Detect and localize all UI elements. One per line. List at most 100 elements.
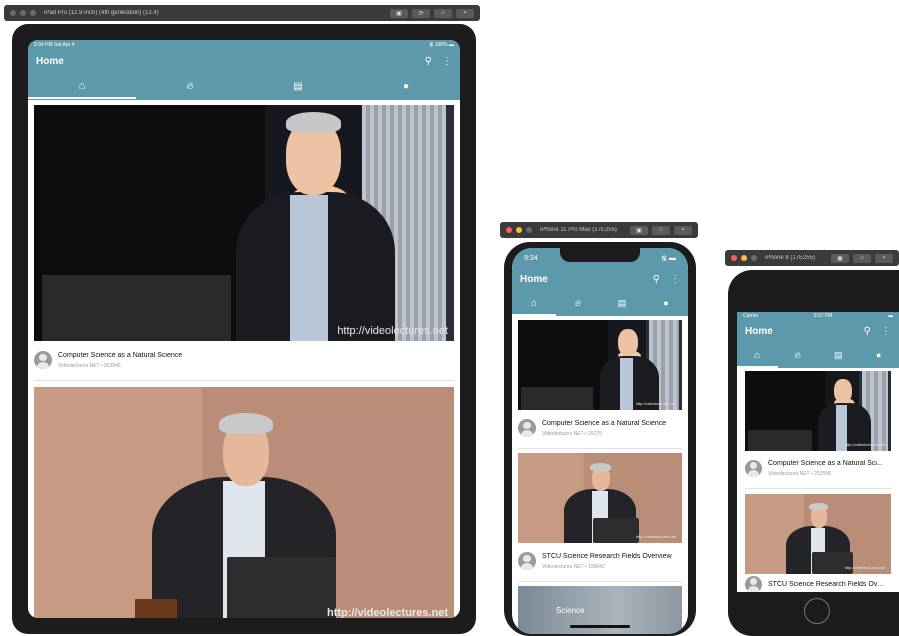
- close-window-button[interactable]: [506, 227, 512, 233]
- tab-trending[interactable]: 🔥︎: [136, 73, 244, 99]
- home-indicator[interactable]: [570, 625, 630, 628]
- video-title[interactable]: STCU Science Research Fields Ove...: [768, 581, 886, 588]
- channel-avatar[interactable]: [518, 552, 536, 570]
- minimize-window-button[interactable]: [516, 227, 522, 233]
- video-watermark: http://videolectures.net: [326, 607, 448, 618]
- simulator-title: iPhone 11 Pro Max (17E255): [540, 227, 617, 233]
- lock-button[interactable]: ▪: [456, 8, 474, 18]
- flame-icon: 🔥︎: [574, 297, 582, 308]
- video-title[interactable]: STCU Science Research Fields Overview: [542, 553, 672, 560]
- status-time: 9:34: [524, 254, 538, 262]
- more-options-icon[interactable]: ⋮: [881, 326, 891, 337]
- notch: [560, 248, 640, 262]
- rotate-button[interactable]: ⟳: [412, 8, 430, 18]
- video-card[interactable]: http://videolectures.net: [34, 387, 454, 618]
- video-watermark: http://videolectures.net: [844, 442, 885, 447]
- iphone8-screen: Carrier 9:37 PM ▬ Home ⚲ ⋮ ⌂ 🔥︎ ▤ ● http…: [737, 312, 899, 592]
- channel-avatar[interactable]: [745, 459, 762, 477]
- flame-icon: 🔥︎: [186, 80, 194, 92]
- video-thumbnail[interactable]: http://videolectures.net: [34, 387, 454, 618]
- home-icon: ⌂: [754, 349, 761, 361]
- zoom-window-button[interactable]: [30, 10, 36, 16]
- more-options-icon[interactable]: ⋮: [442, 56, 452, 67]
- screenshot-button[interactable]: ▣: [630, 225, 648, 235]
- archive-icon: ▤: [833, 349, 843, 360]
- zoom-window-button[interactable]: [526, 227, 532, 233]
- home-button[interactable]: ⌂: [434, 8, 452, 18]
- status-bar: Carrier 9:37 PM ▬: [737, 312, 899, 320]
- lock-button[interactable]: ▪: [875, 253, 893, 263]
- battery-status: ᯾ 100% ▬: [429, 41, 454, 48]
- flame-icon: 🔥︎: [794, 349, 802, 360]
- tab-subscriptions[interactable]: ▤: [244, 73, 352, 99]
- screenshot-button[interactable]: ▣: [831, 253, 849, 263]
- video-watermark: http://videolectures.net: [337, 325, 448, 337]
- person-icon: ●: [402, 80, 410, 92]
- home-button[interactable]: ⌂: [853, 253, 871, 263]
- video-title[interactable]: Computer Science as a Natural Science: [542, 420, 666, 427]
- iphone8-simulator-titlebar: iPhone 8 (17E255) ▣ ⌂ ▪: [725, 250, 899, 266]
- minimize-window-button[interactable]: [741, 255, 747, 261]
- archive-icon: ▤: [293, 80, 303, 92]
- battery-icon: ▬: [888, 313, 893, 319]
- tab-account[interactable]: ●: [644, 290, 688, 316]
- page-title: Home: [745, 325, 773, 337]
- channel-avatar[interactable]: [518, 419, 536, 437]
- iphone8-device: Carrier 9:37 PM ▬ Home ⚲ ⋮ ⌂ 🔥︎ ▤ ● http…: [728, 270, 899, 636]
- zoom-window-button[interactable]: [751, 255, 757, 261]
- simulator-title: iPhone 8 (17E255): [765, 255, 816, 261]
- tab-subscriptions[interactable]: ▤: [818, 342, 859, 368]
- tab-account[interactable]: ●: [352, 73, 460, 99]
- search-icon[interactable]: ⚲: [425, 56, 432, 67]
- video-feed[interactable]: http://videolectures.net Computer Scienc…: [512, 316, 688, 634]
- tab-home[interactable]: ⌂: [737, 342, 778, 368]
- close-window-button[interactable]: [10, 10, 16, 16]
- close-window-button[interactable]: [731, 255, 737, 261]
- video-card[interactable]: http://videolectures.net STCU Science Re…: [745, 494, 891, 592]
- search-icon[interactable]: ⚲: [653, 274, 660, 285]
- minimize-window-button[interactable]: [20, 10, 26, 16]
- physical-home-button[interactable]: [804, 598, 830, 624]
- status-time: 9:37 PM: [813, 313, 833, 319]
- tab-subscriptions[interactable]: ▤: [600, 290, 644, 316]
- video-card[interactable]: http://videolectures.net Computer Scienc…: [34, 105, 454, 381]
- status-bar: 9:34 PM Sat Apr 4 ᯾ 100% ▬: [28, 40, 460, 49]
- video-title[interactable]: Computer Science as a Natural Science: [58, 352, 182, 359]
- video-watermark: Science: [556, 606, 585, 615]
- search-icon[interactable]: ⚲: [864, 326, 871, 337]
- video-thumbnail[interactable]: http://videolectures.net: [518, 453, 682, 543]
- tab-trending[interactable]: 🔥︎: [778, 342, 819, 368]
- battery-icon: ᯾ ▬: [661, 254, 676, 262]
- window-controls: [10, 10, 36, 16]
- video-card[interactable]: http://videolectures.net Computer Scienc…: [518, 320, 682, 449]
- video-subtitle: Videolectures.NET • 199642: [542, 563, 605, 570]
- window-controls: [506, 227, 532, 233]
- video-watermark: http://videolectures.net: [635, 534, 676, 539]
- more-options-icon[interactable]: ⋮: [670, 274, 680, 285]
- video-feed[interactable]: http://videolectures.net Computer Scienc…: [737, 368, 899, 592]
- video-subtitle: Videolectures.NET • 923946: [58, 362, 121, 369]
- video-thumbnail[interactable]: http://videolectures.net: [34, 105, 454, 341]
- video-feed[interactable]: http://videolectures.net Computer Scienc…: [28, 100, 460, 618]
- channel-avatar[interactable]: [745, 575, 762, 592]
- video-card[interactable]: http://videolectures.net STCU Science Re…: [518, 453, 682, 582]
- app-header: Carrier 9:37 PM ▬ Home ⚲ ⋮ ⌂ 🔥︎ ▤ ●: [737, 312, 899, 368]
- tab-home[interactable]: ⌂: [28, 73, 136, 99]
- app-header: 9:34 PM Sat Apr 4 ᯾ 100% ▬ Home ⚲ ⋮ ⌂ 🔥︎…: [28, 40, 460, 100]
- iphone11-screen: 9:34 ᯾ ▬ Home ⚲ ⋮ ⌂ 🔥︎ ▤ ● http://videol…: [512, 248, 688, 634]
- ipad-simulator-titlebar: iPad Pro (12.9-inch) (4th generation) (1…: [4, 5, 480, 21]
- video-thumbnail[interactable]: http://videolectures.net: [745, 494, 891, 574]
- tab-home[interactable]: ⌂: [512, 290, 556, 316]
- video-title[interactable]: Computer Science as a Natural Sci...: [768, 460, 886, 467]
- video-watermark: http://videolectures.net: [844, 565, 885, 570]
- tab-trending[interactable]: 🔥︎: [556, 290, 600, 316]
- person-icon: ●: [876, 350, 882, 360]
- screenshot-button[interactable]: ▣: [390, 8, 408, 18]
- video-card[interactable]: http://videolectures.net Computer Scienc…: [745, 371, 891, 489]
- video-thumbnail[interactable]: http://videolectures.net: [518, 320, 682, 410]
- video-thumbnail[interactable]: http://videolectures.net: [745, 371, 891, 451]
- channel-avatar[interactable]: [34, 351, 52, 369]
- lock-button[interactable]: ▪: [674, 225, 692, 235]
- tab-account[interactable]: ●: [859, 342, 899, 368]
- home-button[interactable]: ⌂: [652, 225, 670, 235]
